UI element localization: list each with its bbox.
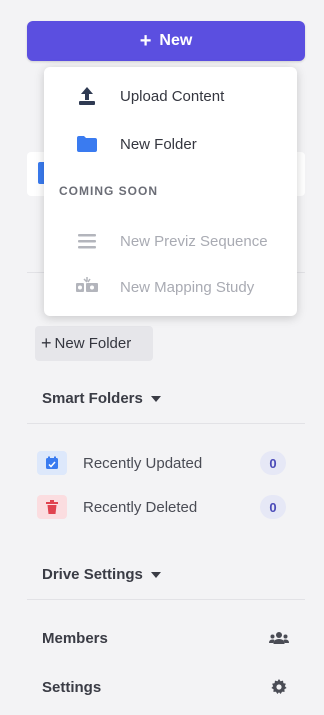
divider bbox=[27, 423, 305, 424]
new-dropdown-menu: Upload Content New Folder COMING SOON Ne… bbox=[44, 67, 297, 316]
drive-settings-header[interactable]: Drive Settings bbox=[42, 566, 161, 583]
count-badge: 0 bbox=[260, 495, 286, 519]
plus-icon: + bbox=[41, 333, 52, 353]
new-folder-label: New Folder bbox=[54, 335, 132, 352]
menu-item-label: Upload Content bbox=[120, 87, 225, 105]
chevron-down-icon bbox=[150, 571, 161, 578]
sequence-icon bbox=[74, 228, 100, 254]
plus-icon: + bbox=[139, 30, 152, 52]
menu-item-label: New Folder bbox=[120, 135, 197, 153]
gear-icon bbox=[268, 676, 290, 698]
smart-folder-recently-deleted[interactable]: Recently Deleted 0 bbox=[37, 491, 290, 523]
menu-item-upload-content[interactable]: Upload Content bbox=[44, 73, 297, 119]
members-icon bbox=[268, 627, 290, 649]
settings-label: Settings bbox=[42, 678, 102, 696]
divider bbox=[27, 599, 305, 600]
drive-settings-settings[interactable]: Settings bbox=[42, 673, 292, 701]
new-button-label: New bbox=[159, 32, 193, 49]
smart-folders-header[interactable]: Smart Folders bbox=[42, 390, 161, 407]
smart-folder-recently-updated[interactable]: Recently Updated 0 bbox=[37, 447, 290, 479]
trash-icon bbox=[37, 495, 67, 519]
folder-icon bbox=[74, 131, 100, 157]
menu-item-new-mapping-study: New Mapping Study bbox=[44, 264, 297, 310]
menu-item-label: New Previz Sequence bbox=[120, 232, 268, 250]
coming-soon-label: COMING SOON bbox=[59, 184, 159, 198]
menu-item-label: New Mapping Study bbox=[120, 278, 255, 296]
smart-folder-label: Recently Deleted bbox=[83, 498, 198, 516]
menu-item-new-folder[interactable]: New Folder bbox=[44, 121, 297, 167]
count-badge: 0 bbox=[260, 451, 286, 475]
section-title: Drive Settings bbox=[42, 566, 143, 583]
sidebar: + New Upload Content New Folder COMING S bbox=[0, 0, 324, 715]
menu-item-new-previz-sequence: New Previz Sequence bbox=[44, 218, 297, 264]
section-title: Smart Folders bbox=[42, 390, 143, 407]
upload-icon bbox=[74, 83, 100, 109]
new-folder-button[interactable]: + New Folder bbox=[35, 326, 153, 361]
members-label: Members bbox=[42, 629, 108, 647]
chevron-down-icon bbox=[150, 395, 161, 402]
drive-settings-members[interactable]: Members bbox=[42, 624, 292, 652]
smart-folder-label: Recently Updated bbox=[83, 454, 203, 472]
calendar-icon bbox=[37, 451, 67, 475]
mapping-study-icon bbox=[74, 274, 100, 300]
new-button[interactable]: + New bbox=[27, 21, 305, 61]
